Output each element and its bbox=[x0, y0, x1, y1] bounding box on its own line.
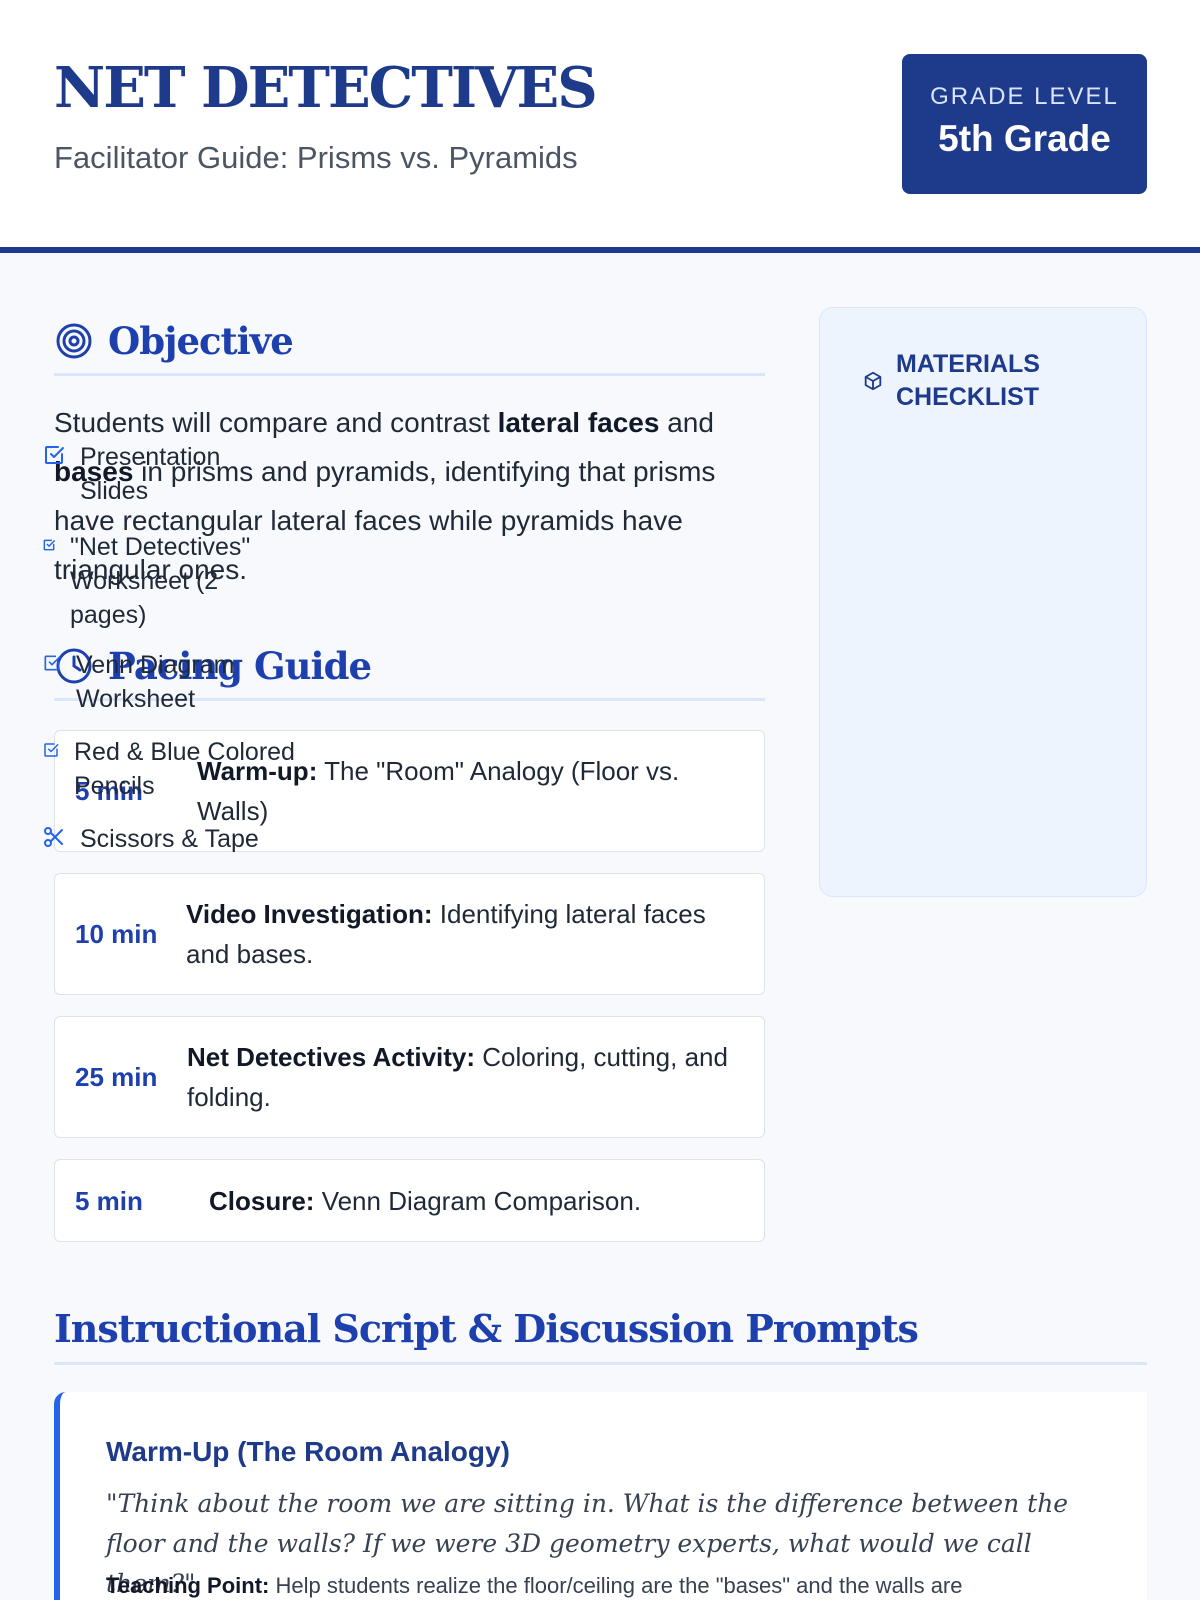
pacing-description: Video Investigation: Identifying lateral… bbox=[186, 894, 744, 974]
objective-text-part: and bbox=[659, 407, 714, 438]
teaching-point: Teaching Point: Help students realize th… bbox=[106, 1570, 1126, 1600]
checkbox-icon bbox=[44, 655, 61, 671]
pacing-description: Closure: Venn Diagram Comparison. bbox=[209, 1181, 641, 1221]
materials-item[interactable]: Presentation Slides bbox=[42, 440, 260, 508]
materials-item-label: Scissors & Tape bbox=[80, 825, 259, 853]
pacing-text: Venn Diagram Comparison. bbox=[314, 1185, 642, 1216]
pacing-label: Net Detectives Activity: bbox=[187, 1042, 476, 1072]
scissors-icon bbox=[44, 827, 63, 847]
grade-level-label: GRADE LEVEL bbox=[930, 83, 1119, 110]
objective-text-part: Students will compare and contrast bbox=[54, 407, 498, 438]
cube-icon bbox=[864, 371, 882, 391]
script-heading: Instructional Script & Discussion Prompt… bbox=[54, 1295, 1147, 1365]
materials-heading: MATERIALS CHECKLIST bbox=[862, 348, 1056, 414]
pacing-label: Closure: bbox=[209, 1185, 315, 1216]
script-title: Instructional Script & Discussion Prompt… bbox=[54, 1306, 919, 1351]
materials-item-label: Red & Blue Colored Pencils bbox=[74, 738, 295, 800]
target-icon bbox=[56, 323, 92, 358]
pacing-item: 10 min Video Investigation: Identifying … bbox=[54, 873, 765, 995]
checkbox-icon bbox=[44, 743, 59, 757]
materials-item[interactable]: "Net Detectives" Worksheet (2 pages) bbox=[42, 530, 270, 632]
materials-item-label: Venn Diagram Worksheet bbox=[76, 651, 235, 713]
materials-checklist: MATERIALS CHECKLIST bbox=[819, 307, 1147, 897]
pacing-time: 25 min bbox=[75, 1062, 158, 1092]
checkbox-icon bbox=[45, 446, 64, 464]
teaching-point-text: Help students realize the floor/ceiling … bbox=[269, 1573, 963, 1598]
pacing-time: 5 min bbox=[75, 1185, 143, 1216]
materials-title: MATERIALS CHECKLIST bbox=[896, 350, 1040, 411]
teaching-point-label: Teaching Point: bbox=[106, 1573, 270, 1598]
materials-item[interactable]: Venn Diagram Worksheet bbox=[42, 648, 276, 716]
document-title: NET DETECTIVES bbox=[54, 55, 598, 121]
pacing-item: 5 min Closure: Venn Diagram Comparison. bbox=[54, 1159, 765, 1242]
grade-level-badge: GRADE LEVEL 5th Grade bbox=[902, 54, 1147, 194]
objective-term: lateral faces bbox=[497, 407, 660, 438]
script-card-title: Warm-Up (The Room Analogy) bbox=[106, 1436, 510, 1467]
materials-item-label: "Net Detectives" Worksheet (2 pages) bbox=[70, 533, 251, 629]
pacing-item: 25 min Net Detectives Activity: Coloring… bbox=[54, 1016, 765, 1138]
pacing-time: 10 min bbox=[75, 919, 158, 949]
checkbox-icon bbox=[43, 539, 55, 551]
pacing-label: Video Investigation: bbox=[186, 899, 433, 929]
materials-item[interactable]: Red & Blue Colored Pencils bbox=[42, 735, 304, 803]
materials-item[interactable]: Scissors & Tape bbox=[42, 822, 280, 856]
grade-level-value: 5th Grade bbox=[938, 118, 1111, 159]
document-subtitle: Facilitator Guide: Prisms vs. Pyramids bbox=[54, 140, 578, 175]
materials-item-label: Presentation Slides bbox=[80, 443, 221, 505]
objective-title: Objective bbox=[108, 318, 294, 363]
script-card: Warm-Up (The Room Analogy) "Think about … bbox=[54, 1392, 1147, 1600]
objective-heading: Objective bbox=[54, 308, 765, 376]
page-header: NET DETECTIVES Facilitator Guide: Prisms… bbox=[0, 0, 1200, 253]
pacing-description: Net Detectives Activity: Coloring, cutti… bbox=[187, 1037, 744, 1117]
